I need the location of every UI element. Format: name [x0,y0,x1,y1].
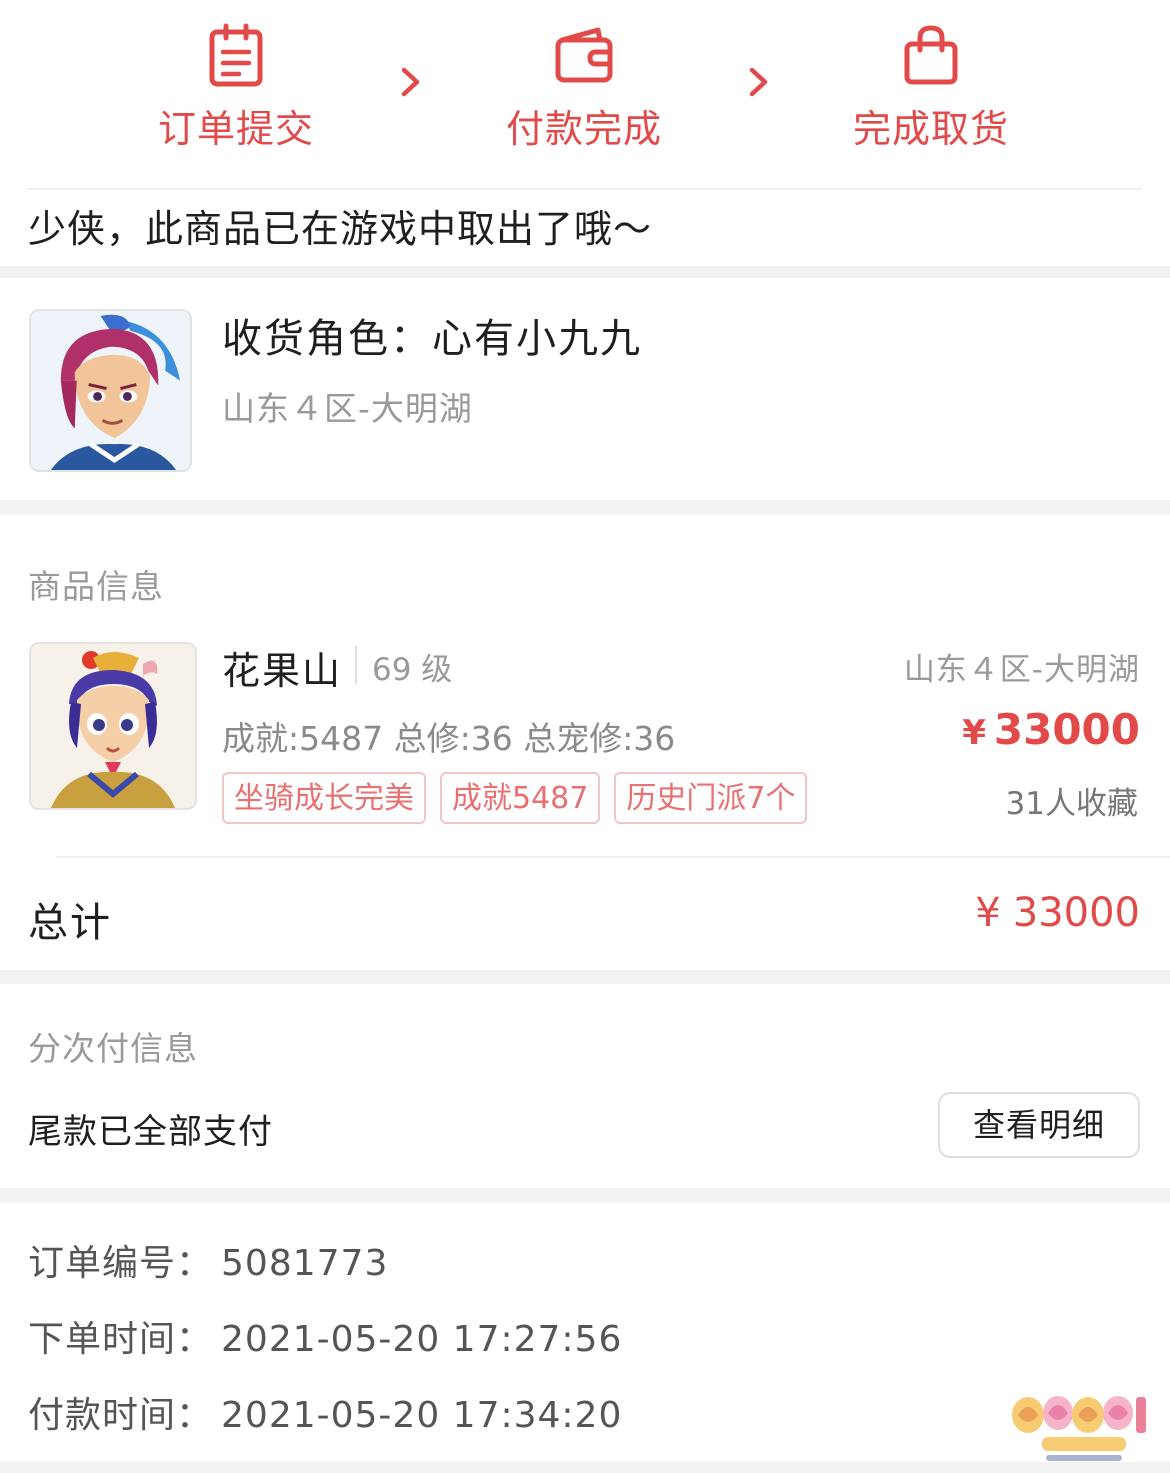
currency-symbol: ¥ [962,713,986,753]
product-price: ¥33000 [962,705,1140,754]
product-tag: 历史门派7个 [614,772,808,824]
price-value: 33000 [993,705,1140,754]
forum-watermark-logo [1012,1396,1146,1461]
step-label: 完成取货 [852,107,1009,151]
order-paid-value: 2021-05-20 17:34:20 [221,1395,623,1436]
order-created-row: 下单时间： 2021-05-20 17:27:56 [28,1310,622,1362]
shopping-bag-icon [904,25,958,85]
order-progress-steps: 订单提交 付款完成 完成取货 [0,0,1170,190]
product-name[interactable]: 花果山 [222,640,342,695]
separator [355,646,357,684]
section-gap [0,1188,1170,1202]
product-server: 山东４区-大明湖 [903,652,1140,688]
receiver-role-name: 收货角色：心有小九九 [222,316,642,362]
total-amount: 33000 [1012,890,1140,936]
product-section-label: 商品信息 [28,567,164,606]
order-paid-label: 付款时间： [28,1395,214,1436]
step-label: 订单提交 [157,107,314,151]
order-number-row: 订单编号： 5081773 [28,1234,388,1286]
order-detail-page: 订单提交 付款完成 完成取货 少侠，此商品已在游戏中取出了哦～ 收货角色：心有小… [0,0,1170,1473]
order-number-label: 订单编号： [28,1243,214,1284]
order-created-value: 2021-05-20 17:27:56 [221,1319,623,1360]
installment-section-label: 分次付信息 [28,1029,198,1068]
pickup-notice: 少侠，此商品已在游戏中取出了哦～ [28,207,653,251]
product-tag: 坐骑成长完美 [222,772,426,824]
divider [28,188,1142,190]
chevron-right-icon [401,67,420,97]
chevron-right-icon [749,67,768,97]
favorites-count: 31人收藏 [1005,786,1138,822]
character-portrait-icon [31,644,195,808]
wallet-icon [555,27,613,83]
order-number-value: 5081773 [221,1243,389,1284]
receiver-server: 山东４区-大明湖 [222,389,473,428]
view-details-button[interactable]: 查看明细 [938,1092,1140,1158]
section-gap [0,500,1170,514]
total-value: ¥33000 [975,890,1140,936]
character-portrait-icon [31,311,190,470]
step-label: 付款完成 [505,107,662,151]
section-gap [0,1462,1170,1473]
order-form-icon [209,23,263,87]
product-avatar[interactable] [29,642,197,810]
currency-symbol: ¥ [975,890,1001,936]
section-gap [0,970,1170,984]
product-tag: 成就5487 [440,772,601,824]
section-gap [0,266,1170,278]
divider [56,856,1170,858]
order-created-label: 下单时间： [28,1319,214,1360]
step-pickup-complete: 完成取货 [821,22,1041,153]
order-paid-row: 付款时间： 2021-05-20 17:34:20 [28,1386,622,1438]
product-stats: 成就:5487 总修:36 总宠修:36 [222,719,676,758]
step-order-submitted: 订单提交 [126,22,346,153]
product-level: 69 级 [372,652,453,688]
step-payment-complete: 付款完成 [474,22,694,153]
receiver-avatar [29,309,192,472]
installment-status: 尾款已全部支付 [28,1112,273,1152]
product-tags: 坐骑成长完美 成就5487 历史门派7个 [222,772,808,824]
total-label: 总计 [28,900,112,946]
